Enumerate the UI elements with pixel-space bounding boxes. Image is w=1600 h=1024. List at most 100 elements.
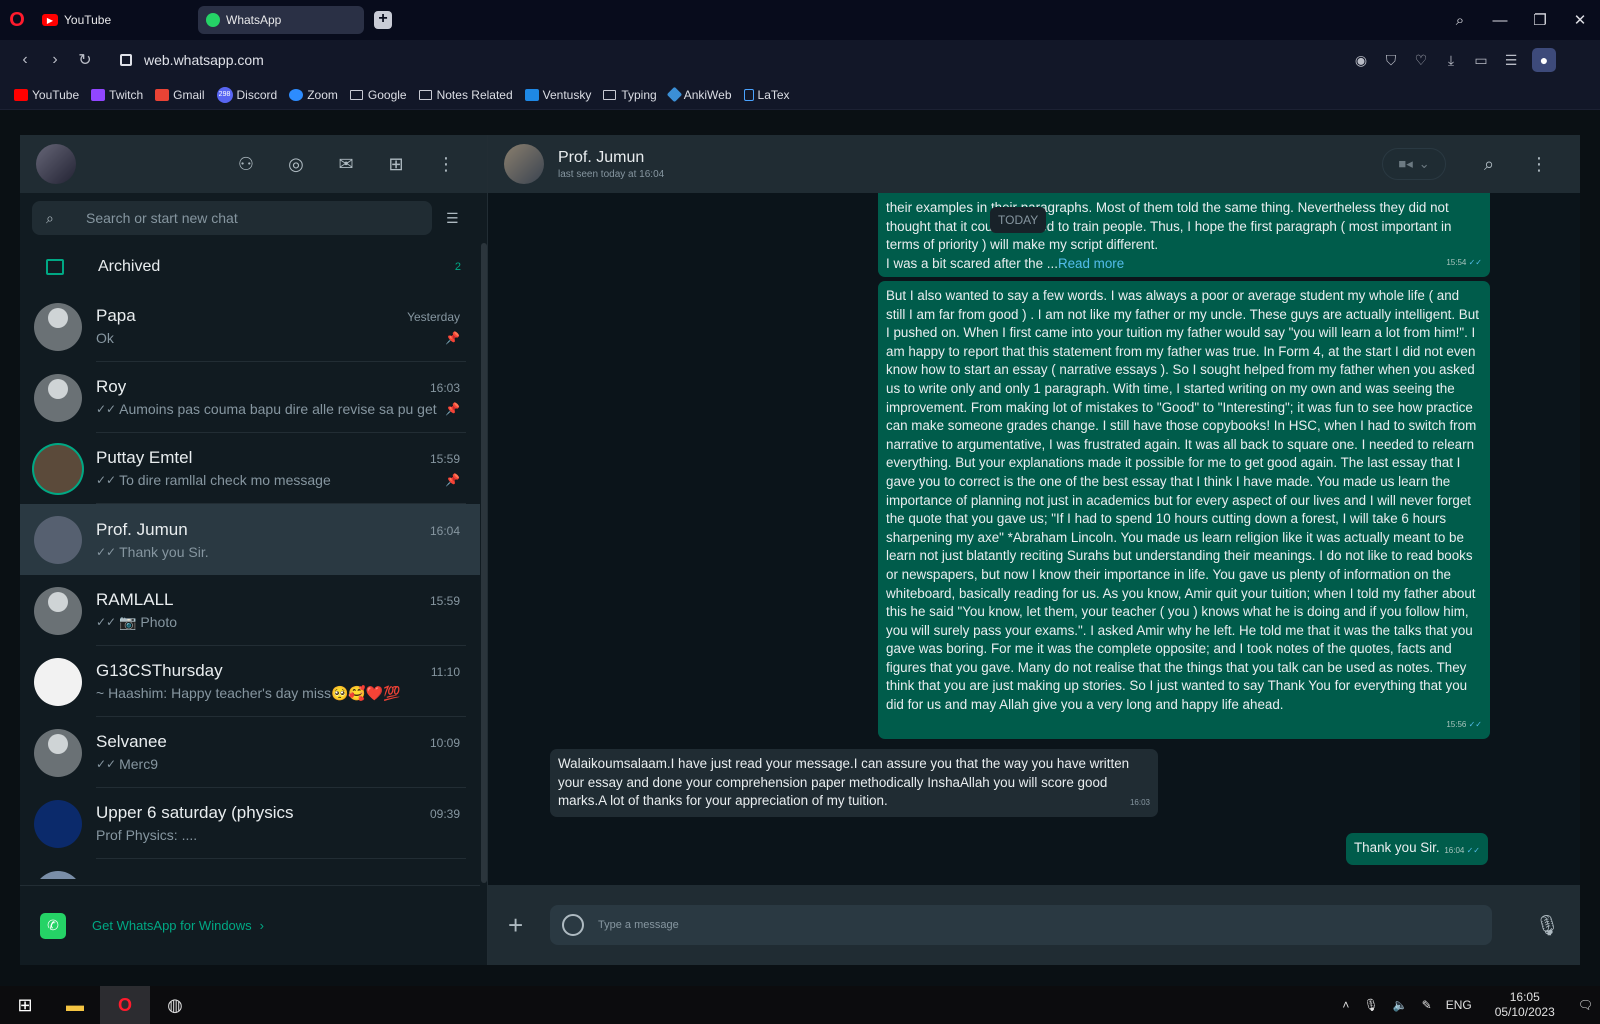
menu-lines-icon[interactable]: ☰ — [1496, 52, 1526, 69]
get-windows-label: Get WhatsApp for Windows — [92, 918, 252, 933]
chat-avatar — [34, 799, 82, 848]
chat-item-body: Upper 6 saturday (physics 09:39 Prof Physi… — [96, 788, 466, 859]
camera-icon[interactable]: ◉ — [1346, 52, 1376, 69]
message-text: their examples in their paragraphs. Most… — [886, 200, 1452, 271]
chat-name: Papa — [96, 306, 136, 325]
chat-list-item[interactable]: G13CSThursday 11:10 ~ Haashim: Happy teach… — [20, 646, 480, 717]
obs-icon[interactable]: ◍ — [150, 986, 200, 1024]
search-input[interactable]: Search or start new chat — [86, 210, 238, 226]
start-button[interactable]: ⊞ — [0, 986, 50, 1024]
chat-item-body: Miss Nafeeza08:05 — [96, 859, 466, 879]
bookmark-ankiweb[interactable]: AnkiWeb — [666, 86, 732, 103]
player-icon[interactable]: ▭ — [1466, 52, 1496, 69]
message-bubble-incoming[interactable]: Walaikoumsalaam.I have just read your me… — [550, 749, 1158, 817]
chat-list-item[interactable]: Puttay Emtel 15:59 ✓✓ To dire ramllal check… — [20, 433, 480, 504]
clock[interactable]: 16:05 05/10/2023 — [1495, 990, 1555, 1020]
message-input[interactable] — [598, 919, 1478, 931]
chat-item-body: Puttay Emtel 15:59 ✓✓ To dire ramllal check… — [96, 433, 466, 504]
language-indicator[interactable]: ENG — [1446, 998, 1472, 1012]
attach-plus-icon[interactable]: + — [508, 910, 538, 941]
shield-icon[interactable]: ⛉ — [1376, 52, 1406, 69]
my-avatar[interactable] — [36, 144, 76, 184]
chat-avatar — [34, 586, 82, 635]
chat-list-item[interactable]: Upper 6 saturday (physics 09:39 Prof Physi… — [20, 788, 480, 859]
speaker-icon[interactable]: 🔈 — [1393, 998, 1408, 1012]
channels-icon[interactable]: ✉ — [321, 154, 371, 175]
archived-row[interactable]: Archived 2 — [20, 243, 487, 291]
reload-button[interactable]: ↻ — [70, 50, 100, 70]
url-field[interactable]: web.whatsapp.com — [108, 46, 1558, 74]
chevron-up-icon[interactable]: ˄ — [1342, 998, 1349, 1012]
chat-list-item[interactable]: Miss Nafeeza08:05 — [20, 859, 480, 879]
get-whatsapp-windows[interactable]: ✆ Get WhatsApp for Windows › — [20, 885, 480, 965]
video-call-button[interactable]: ■◂ ⌄ — [1382, 148, 1446, 180]
bookmark-latex[interactable]: LaTex — [743, 88, 790, 102]
contact-avatar[interactable] — [504, 144, 544, 184]
filter-icon[interactable]: ☰ — [446, 210, 459, 227]
back-button[interactable]: ‹ — [10, 51, 40, 69]
microphone-icon[interactable]: 🎙 — [1363, 998, 1378, 1012]
double-tick-icon: ✓✓ — [96, 615, 117, 629]
microphone-icon[interactable]: 🎙 — [1535, 913, 1560, 938]
chat-list-scrollbar[interactable] — [481, 243, 487, 883]
read-more-link[interactable]: Read more — [1058, 256, 1124, 271]
file-explorer-icon[interactable]: ▬ — [50, 986, 100, 1024]
youtube-icon — [14, 88, 28, 101]
message-bubble-outgoing[interactable]: their examples in their paragraphs. Most… — [878, 193, 1490, 277]
pen-icon[interactable]: ✎ — [1422, 998, 1432, 1012]
forward-button[interactable]: › — [40, 51, 70, 69]
contact-info[interactable]: Prof. Jumun last seen today at 16:04 — [558, 149, 664, 180]
double-tick-icon: ✓✓ — [1468, 720, 1482, 730]
chat-name: Roy — [96, 377, 127, 396]
menu-icon[interactable]: ⋮ — [421, 154, 471, 175]
message-text: But I also wanted to say a few words. I … — [886, 288, 1479, 713]
bookmark-twitch[interactable]: Twitch — [91, 88, 143, 102]
notifications-icon[interactable]: 🗨 — [1578, 998, 1593, 1012]
chat-list-item[interactable]: Roy 16:03 ✓✓ Aumoins pas couma bapu dire al… — [20, 362, 480, 433]
menu-icon[interactable]: ⋮ — [1514, 154, 1564, 175]
minimize-button[interactable]: — — [1480, 12, 1520, 29]
message-meta: 15:56 ✓✓ — [1446, 720, 1482, 730]
message-bubble-outgoing[interactable]: But I also wanted to say a few words. I … — [878, 281, 1490, 739]
new-chat-icon[interactable]: ⊞ — [371, 154, 421, 175]
chat-list-item[interactable]: Prof. Jumun 16:04 ✓✓ Thank you Sir. — [20, 504, 480, 575]
chat-list-item[interactable]: RAMLALL 15:59 ✓✓ 📷 Photo — [20, 575, 480, 646]
new-tab-button[interactable]: + — [374, 11, 392, 29]
opera-menu-icon[interactable]: O — [0, 0, 34, 40]
profile-icon[interactable]: ● — [1532, 48, 1556, 72]
bookmark-notes-related[interactable]: Notes Related — [418, 88, 513, 102]
address-actions: ◉ ⛉ ♡ ⤓ ▭ ☰ ● — [1346, 46, 1556, 74]
download-icon[interactable]: ⤓ — [1436, 52, 1466, 69]
bookmark-google[interactable]: Google — [349, 88, 407, 102]
chat-list-item[interactable]: Papa Yesterday Ok 📌 — [20, 291, 480, 362]
message-bubble-outgoing[interactable]: Thank you Sir. 16:04 ✓✓ — [1346, 833, 1488, 865]
maximize-button[interactable]: ❐ — [1520, 11, 1560, 29]
bookmark-discord[interactable]: 298 Discord — [216, 86, 277, 103]
search-tabs-icon[interactable]: ⌕ — [1440, 12, 1480, 29]
communities-icon[interactable]: ⚇ — [221, 154, 271, 175]
emoji-icon[interactable] — [562, 914, 584, 936]
close-button[interactable]: ✕ — [1560, 11, 1600, 29]
search-box[interactable]: ⌕ Search or start new chat — [32, 201, 432, 235]
search-row: ⌕ Search or start new chat ☰ — [20, 193, 487, 243]
bookmark-typing[interactable]: Typing — [603, 88, 657, 102]
ventusky-icon — [524, 88, 539, 101]
chevron-right-icon: › — [259, 918, 265, 933]
bookmark-youtube[interactable]: YouTube — [14, 88, 79, 102]
pin-icon: 📌 — [445, 473, 460, 487]
archived-label: Archived — [98, 258, 161, 275]
bookmark-gmail[interactable]: Gmail — [155, 88, 205, 102]
chat-avatar — [34, 728, 82, 777]
chat-list-item[interactable]: Selvanee 10:09 ✓✓ Merc9 — [20, 717, 480, 788]
date-divider: TODAY — [990, 207, 1047, 233]
opera-taskbar-icon[interactable]: O — [100, 986, 150, 1024]
heart-icon[interactable]: ♡ — [1406, 52, 1436, 69]
double-tick-icon: ✓✓ — [96, 473, 117, 487]
search-icon[interactable]: ⌕ — [1464, 154, 1514, 175]
last-seen: last seen today at 16:04 — [558, 168, 665, 180]
bookmark-ventusky[interactable]: Ventusky — [524, 88, 591, 102]
tab-whatsapp[interactable]: WhatsApp — [198, 6, 364, 34]
tab-youtube[interactable]: ▶ YouTube — [34, 6, 194, 34]
bookmark-zoom[interactable]: Zoom — [289, 88, 338, 102]
status-icon[interactable]: ◎ — [271, 154, 321, 175]
